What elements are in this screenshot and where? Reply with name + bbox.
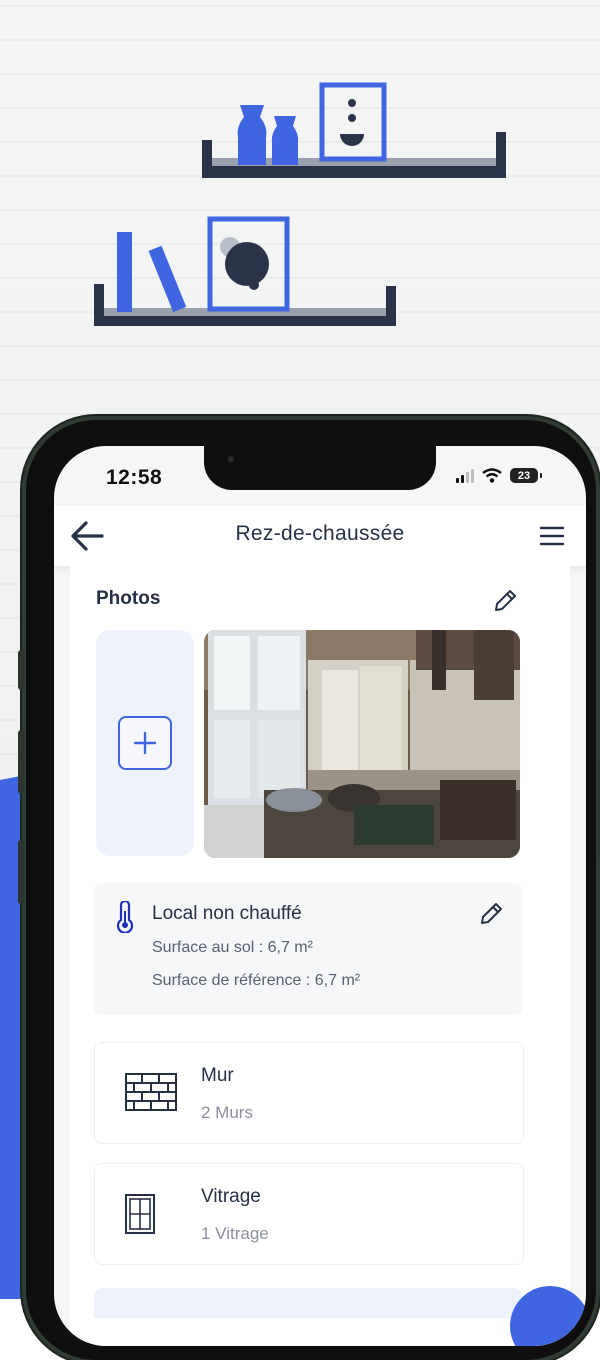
- photos-edit-button[interactable]: [492, 588, 518, 614]
- top-navigation-bar: Rez-de-chaussée: [54, 506, 586, 566]
- glazing-element-card[interactable]: Vitrage 1 Vitrage: [94, 1163, 524, 1265]
- element-title: Mur: [201, 1065, 234, 1086]
- wall-element-card[interactable]: Mur 2 Murs: [94, 1042, 524, 1144]
- phone-screen: 12:58 23 Rez-de-chaussée Photos Local no…: [54, 446, 586, 1346]
- heating-status: Local non chauffé: [152, 903, 302, 924]
- menu-button[interactable]: [538, 522, 566, 550]
- floor-area: Surface au sol : 6,7 m²: [152, 939, 313, 956]
- window-icon: [125, 1194, 155, 1234]
- page-title: Rez-de-chaussée: [235, 522, 405, 545]
- book-icon: [117, 232, 132, 312]
- heating-info-card: Local non chauffé Surface au sol : 6,7 m…: [94, 883, 522, 1015]
- signal-icon: [456, 468, 474, 483]
- wifi-icon: [482, 468, 502, 483]
- add-photo-tile[interactable]: [96, 630, 194, 856]
- add-photo-button[interactable]: [118, 716, 172, 770]
- battery-icon: 23: [510, 468, 542, 483]
- status-time: 12:58: [106, 466, 163, 489]
- element-count: 2 Murs: [201, 1103, 253, 1122]
- heating-edit-button[interactable]: [478, 901, 504, 927]
- room-photo[interactable]: [204, 630, 520, 858]
- picture-frame-icon: [319, 82, 387, 162]
- element-title: Vitrage: [201, 1186, 261, 1207]
- pencil-icon: [495, 590, 516, 611]
- status-icons: 23: [456, 468, 542, 483]
- room-details: Photos Local non chauffé Surface au sol …: [70, 566, 570, 1346]
- plus-icon: [133, 731, 157, 755]
- pencil-icon: [481, 903, 502, 924]
- next-card-partial: [94, 1288, 522, 1318]
- notch: [204, 446, 436, 490]
- shelves-illustration: [94, 82, 506, 326]
- reference-area: Surface de référence : 6,7 m²: [152, 972, 361, 989]
- vase-icon: [237, 105, 267, 165]
- top-shelf: [202, 82, 506, 178]
- thermometer-icon: [116, 901, 134, 933]
- brick-wall-icon: [125, 1073, 177, 1111]
- vase-icon: [271, 116, 299, 165]
- bottom-shelf: [94, 216, 396, 326]
- hamburger-menu-icon: [539, 526, 565, 546]
- book-icon: [148, 245, 187, 313]
- photos-section-title: Photos: [96, 588, 161, 609]
- element-count: 1 Vitrage: [201, 1224, 269, 1243]
